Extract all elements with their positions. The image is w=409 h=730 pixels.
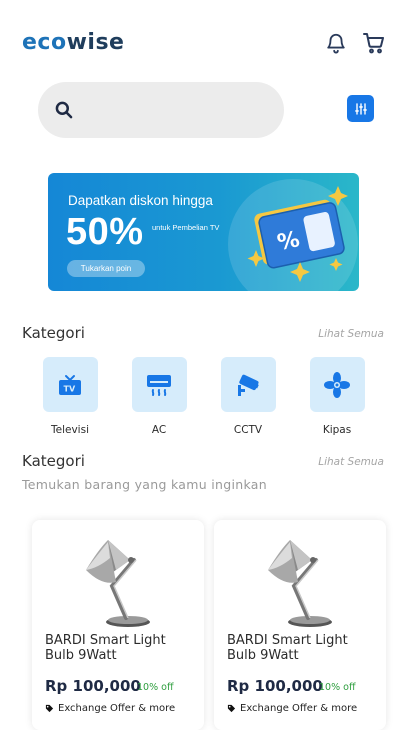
desk-lamp-image xyxy=(86,540,150,627)
category-tile[interactable] xyxy=(220,357,276,412)
promo-banner[interactable]: Dapatkan diskon hingga 50% untuk Pembeli… xyxy=(48,173,359,291)
sliders-icon xyxy=(354,102,367,115)
product-discount: 10% off xyxy=(137,682,174,693)
category-label: Kipas xyxy=(322,424,352,436)
fan-icon xyxy=(324,371,350,398)
product-discount: 10% off xyxy=(319,682,356,693)
product-name: BARDI Smart Light Bulb 9Watt xyxy=(227,633,348,663)
products-section-title: Kategori xyxy=(22,452,85,470)
search-bar[interactable] xyxy=(38,82,284,138)
air-conditioner-icon xyxy=(147,374,171,396)
app-logo: ecowise xyxy=(22,30,124,55)
category-label: Televisi xyxy=(51,424,89,436)
banner-percent: 50% xyxy=(66,211,144,253)
desk-lamp-image xyxy=(268,540,332,627)
category-tile[interactable] xyxy=(309,357,365,412)
categories-title: Kategori xyxy=(22,324,85,342)
discount-coupon-icon: % xyxy=(247,186,348,282)
cart-icon[interactable] xyxy=(361,30,387,56)
category-item-ac[interactable]: AC xyxy=(131,357,187,436)
product-offer-text: Exchange Offer & more xyxy=(240,703,358,714)
logo-wise-text: wise xyxy=(66,30,125,55)
tag-icon xyxy=(227,704,236,713)
search-input[interactable] xyxy=(84,102,264,118)
category-label: AC xyxy=(151,424,167,436)
categories-see-all-link[interactable]: Lihat Semua xyxy=(318,328,384,340)
logo-eco-text: eco xyxy=(22,30,67,55)
filter-button[interactable] xyxy=(347,95,374,122)
product-offer: Exchange Offer & more xyxy=(227,703,357,714)
category-item-cctv[interactable]: CCTV xyxy=(220,357,276,436)
product-card[interactable]: BARDI Smart Light Bulb 9Watt Rp 100,000 … xyxy=(32,520,204,730)
banner-subtitle: untuk Pembelian TV xyxy=(152,223,220,232)
banner-title: Dapatkan diskon hingga xyxy=(68,193,213,208)
product-name: BARDI Smart Light Bulb 9Watt xyxy=(45,633,166,663)
product-offer-text: Exchange Offer & more xyxy=(58,703,176,714)
product-offer: Exchange Offer & more xyxy=(45,703,175,714)
products-see-all-link[interactable]: Lihat Semua xyxy=(318,456,384,468)
bell-icon[interactable] xyxy=(323,30,349,56)
category-label: CCTV xyxy=(233,424,263,436)
category-item-televisi[interactable]: TV Televisi xyxy=(42,357,98,436)
product-price: Rp 100,000 xyxy=(45,677,141,695)
redeem-points-button[interactable]: Tukarkan poin xyxy=(67,260,145,277)
tag-icon xyxy=(45,704,54,713)
svg-text:TV: TV xyxy=(64,384,76,393)
category-tile[interactable]: TV xyxy=(42,357,98,412)
cctv-camera-icon xyxy=(238,374,259,396)
category-item-kipas[interactable]: Kipas xyxy=(309,357,365,436)
search-icon xyxy=(55,101,73,119)
products-section-subtitle: Temukan barang yang kamu inginkan xyxy=(22,477,267,492)
product-card[interactable]: BARDI Smart Light Bulb 9Watt Rp 100,000 … xyxy=(214,520,386,730)
product-price: Rp 100,000 xyxy=(227,677,323,695)
category-tile[interactable] xyxy=(131,357,187,412)
tv-icon: TV xyxy=(59,374,81,395)
